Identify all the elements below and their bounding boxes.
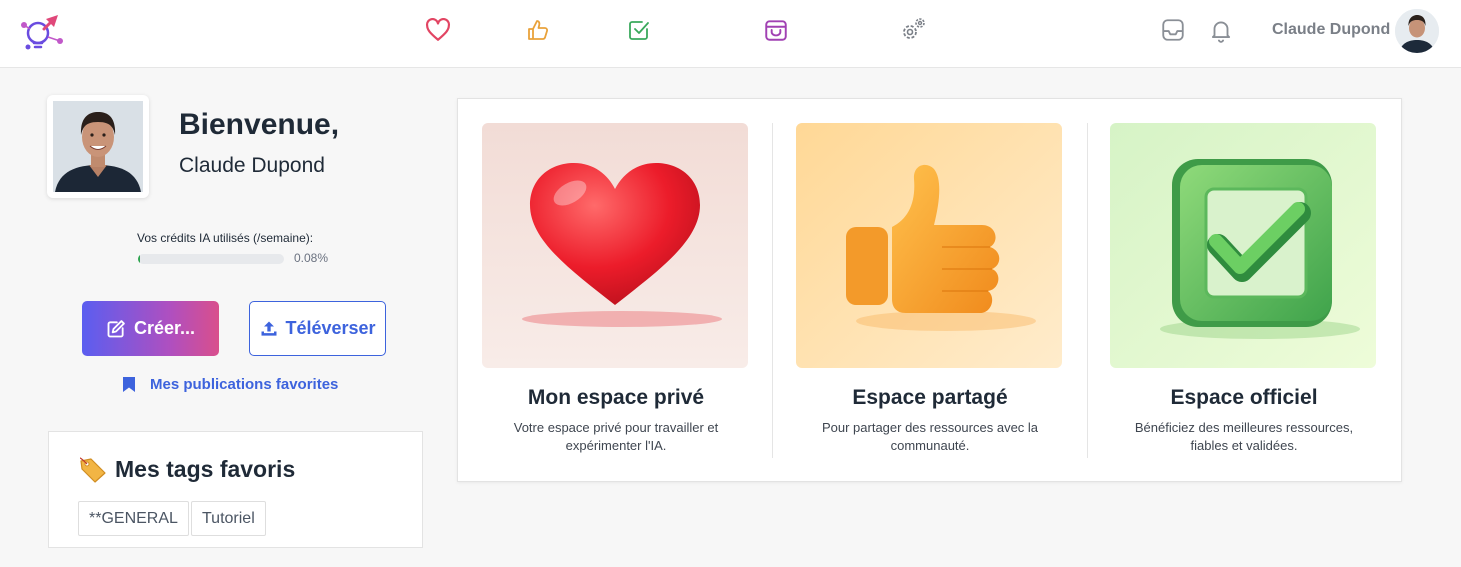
upload-icon [259, 319, 279, 339]
heart-icon[interactable] [424, 16, 452, 44]
favorite-tags-title: Mes tags favoris [79, 456, 295, 483]
tag-chip[interactable]: **GENERAL [78, 501, 189, 536]
favorite-publications-label: Mes publications favorites [150, 376, 339, 393]
check-square-icon[interactable] [625, 16, 653, 44]
private-space-title: Mon espace privé [527, 386, 705, 409]
private-space-card[interactable]: Mon espace privé Votre espace privé pour… [482, 123, 750, 455]
inbox-icon[interactable] [1160, 17, 1186, 43]
ai-credits-label: Vos crédits IA utilisés (/semaine): [137, 231, 314, 245]
bookmark-icon [122, 376, 136, 393]
profile-photo [47, 95, 149, 198]
tag-icon [79, 456, 107, 483]
shared-space-description: Pour partager des ressources avec la com… [821, 420, 1039, 453]
upload-button[interactable]: Téléverser [249, 301, 386, 356]
shared-space-thumb-image [796, 123, 1062, 368]
bell-icon[interactable] [1208, 17, 1234, 43]
favorite-tags-title-text: Mes tags favoris [115, 456, 296, 482]
upload-button-label: Téléverser [285, 318, 376, 338]
create-button-label: Créer... [133, 318, 196, 338]
private-space-heart-image [482, 123, 748, 368]
ai-credits-progress-fill [138, 254, 140, 264]
avatar[interactable] [1395, 9, 1439, 53]
official-space-description: Bénéficiez des meilleures ressources, fi… [1134, 420, 1354, 453]
tag-chip[interactable]: Tutoriel [191, 501, 266, 536]
ai-credits-progress-bar [138, 254, 284, 264]
top-navigation-bar: Claude Dupond [0, 0, 1461, 68]
official-space-title: Espace officiel [1170, 386, 1318, 409]
welcome-heading: Bienvenue, [179, 108, 340, 141]
favorite-publications-link[interactable]: Mes publications favorites [122, 376, 338, 393]
gears-icon[interactable] [899, 16, 927, 44]
ai-credits-percent: 0.08% [294, 251, 329, 265]
app-logo-icon[interactable] [20, 11, 66, 53]
private-space-description: Votre espace privé pour travailler et ex… [513, 420, 719, 453]
archive-box-icon[interactable] [762, 16, 790, 44]
divider [772, 123, 773, 458]
spaces-card: Mon espace privé Votre espace privé pour… [457, 98, 1402, 482]
official-space-card[interactable]: Espace officiel Bénéficiez des meilleure… [1110, 123, 1378, 455]
shared-space-title: Espace partagé [852, 386, 1008, 409]
shared-space-card[interactable]: Espace partagé Pour partager des ressour… [796, 123, 1064, 455]
user-name[interactable]: Claude Dupond [1272, 21, 1390, 39]
official-space-check-image [1110, 123, 1376, 368]
favorite-tags-card: Mes tags favoris **GENERAL Tutoriel [48, 431, 423, 548]
edit-icon [106, 319, 126, 339]
welcome-user-name: Claude Dupond [179, 154, 325, 177]
divider [1087, 123, 1088, 458]
thumbs-up-icon[interactable] [524, 16, 552, 44]
create-button[interactable]: Créer... [82, 301, 219, 356]
